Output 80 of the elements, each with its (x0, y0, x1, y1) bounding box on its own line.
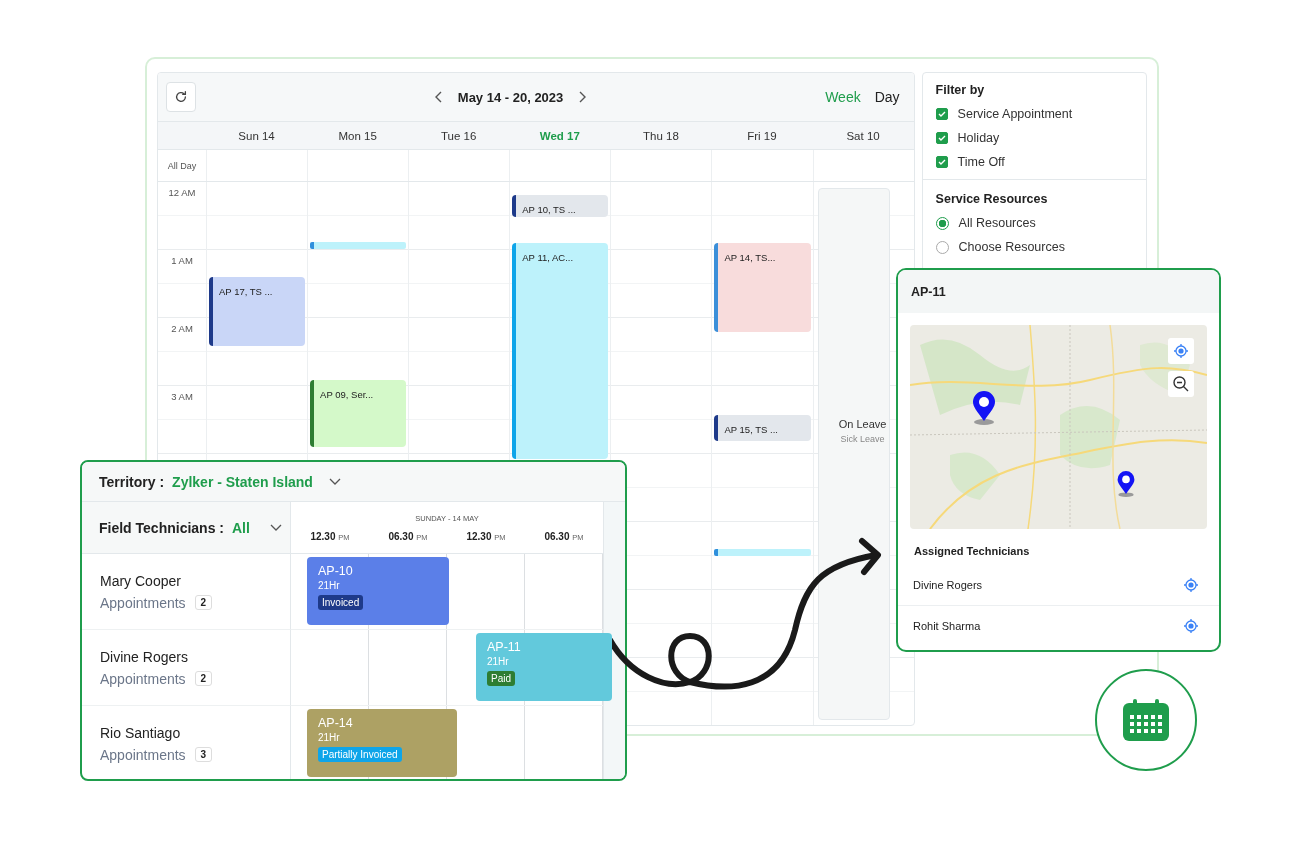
checkbox[interactable] (935, 132, 948, 144)
date-range: May 14 - 20, 2023 (457, 89, 564, 105)
appointment-bar[interactable] (310, 242, 407, 249)
check-icon (937, 110, 946, 118)
appointment-block[interactable]: AP 09, Ser... (310, 380, 407, 447)
day-header: Sat 10 (846, 129, 880, 142)
radio-button[interactable] (935, 216, 949, 230)
status-badge: Invoiced (318, 595, 364, 610)
count-badge: 2 (194, 595, 213, 610)
map-pin-icon[interactable] (971, 391, 997, 425)
appointments-label: Appointments (100, 594, 186, 611)
locate-button[interactable] (1168, 338, 1194, 364)
technician-name: Rohit Sharma (913, 620, 981, 632)
locate-icon[interactable] (1183, 577, 1199, 593)
booking-duration: 21Hr (318, 580, 340, 591)
technicians-label: Field Technicians : (99, 519, 224, 536)
day-header: Thu 18 (642, 129, 679, 142)
leave-block[interactable]: On Leave Sick Leave (817, 188, 890, 720)
view-tab[interactable]: Day (874, 89, 900, 105)
locate-icon (1173, 343, 1189, 359)
hour-label: 2 AM (171, 323, 193, 334)
section-title: Assigned Technicians (914, 545, 1031, 557)
technician-name: Rio Santiago (100, 724, 182, 741)
radio-label: All Resources (958, 216, 1036, 230)
appointment-block[interactable]: AP 14, TS... (714, 243, 811, 332)
leave-title: On Leave (838, 418, 887, 430)
filter-title: Filter by (935, 83, 986, 97)
booking-duration: 21Hr (487, 656, 509, 667)
hour-label: 12 AM (168, 187, 196, 198)
check-icon (937, 158, 946, 166)
territory-label: Territory : (99, 473, 165, 490)
status-badge: Paid (487, 671, 515, 686)
appointments-label: Appointments (100, 670, 186, 687)
checkbox-label: Holiday (957, 131, 1000, 145)
appointment-block[interactable]: AP 11, AC... (512, 243, 609, 459)
hour-label: 3 AM (171, 391, 193, 402)
status-badge: Partially Invoiced (318, 747, 402, 762)
appointments-label: Appointments (100, 746, 186, 763)
leave-type: Sick Leave (840, 434, 885, 444)
day-header: Wed 17 (539, 129, 580, 142)
checkbox[interactable] (935, 156, 948, 168)
section-title: Service Resources (935, 192, 1049, 206)
hour-label: 1 AM (171, 255, 193, 266)
previous-icon[interactable] (433, 91, 444, 103)
checkbox-label: Time Off (957, 155, 1005, 169)
booking-id: AP-14 (318, 716, 353, 730)
checkbox[interactable] (935, 108, 948, 120)
radio-label: Choose Resources (958, 240, 1065, 254)
technician-name: Divine Rogers (100, 648, 189, 665)
all-day-label: All Day (167, 161, 197, 171)
map-pin-icon[interactable] (1116, 471, 1136, 497)
technician-name: Mary Cooper (100, 572, 182, 589)
chevron-down-icon[interactable] (328, 477, 341, 486)
technician-name: Divine Rogers (913, 579, 983, 591)
count-badge: 3 (194, 747, 213, 762)
appointment-block[interactable]: AP 10, TS ... (512, 195, 609, 217)
zoom-out-button[interactable] (1168, 371, 1194, 397)
booking-id: AP-10 (318, 564, 353, 578)
next-icon[interactable] (577, 91, 588, 103)
day-header: Tue 16 (441, 129, 477, 142)
booking-card[interactable]: AP-11 21Hr Paid (476, 633, 612, 701)
booking-card[interactable]: AP-10 21Hr Invoiced (307, 557, 449, 625)
checkbox-label: Service Appointment (957, 107, 1073, 121)
count-badge: 2 (194, 671, 213, 686)
refresh-button[interactable] (166, 82, 196, 112)
calendar-icon (1123, 699, 1169, 741)
day-header: Sun 14 (238, 129, 275, 142)
check-icon (937, 134, 946, 142)
refresh-icon (174, 90, 188, 104)
appointment-block[interactable]: AP 15, TS ... (714, 415, 811, 441)
chevron-down-icon[interactable] (269, 523, 282, 532)
booking-id: AP-11 (487, 640, 521, 654)
zoom-out-icon (1172, 375, 1190, 393)
appointment-bar[interactable] (714, 549, 811, 556)
booking-duration: 21Hr (318, 732, 340, 743)
card-title: AP-11 (911, 284, 946, 299)
day-header: Mon 15 (338, 129, 377, 142)
locate-icon[interactable] (1183, 618, 1199, 634)
day-header: Fri 19 (747, 129, 777, 142)
appointment-block[interactable]: AP 17, TS ... (209, 277, 306, 346)
